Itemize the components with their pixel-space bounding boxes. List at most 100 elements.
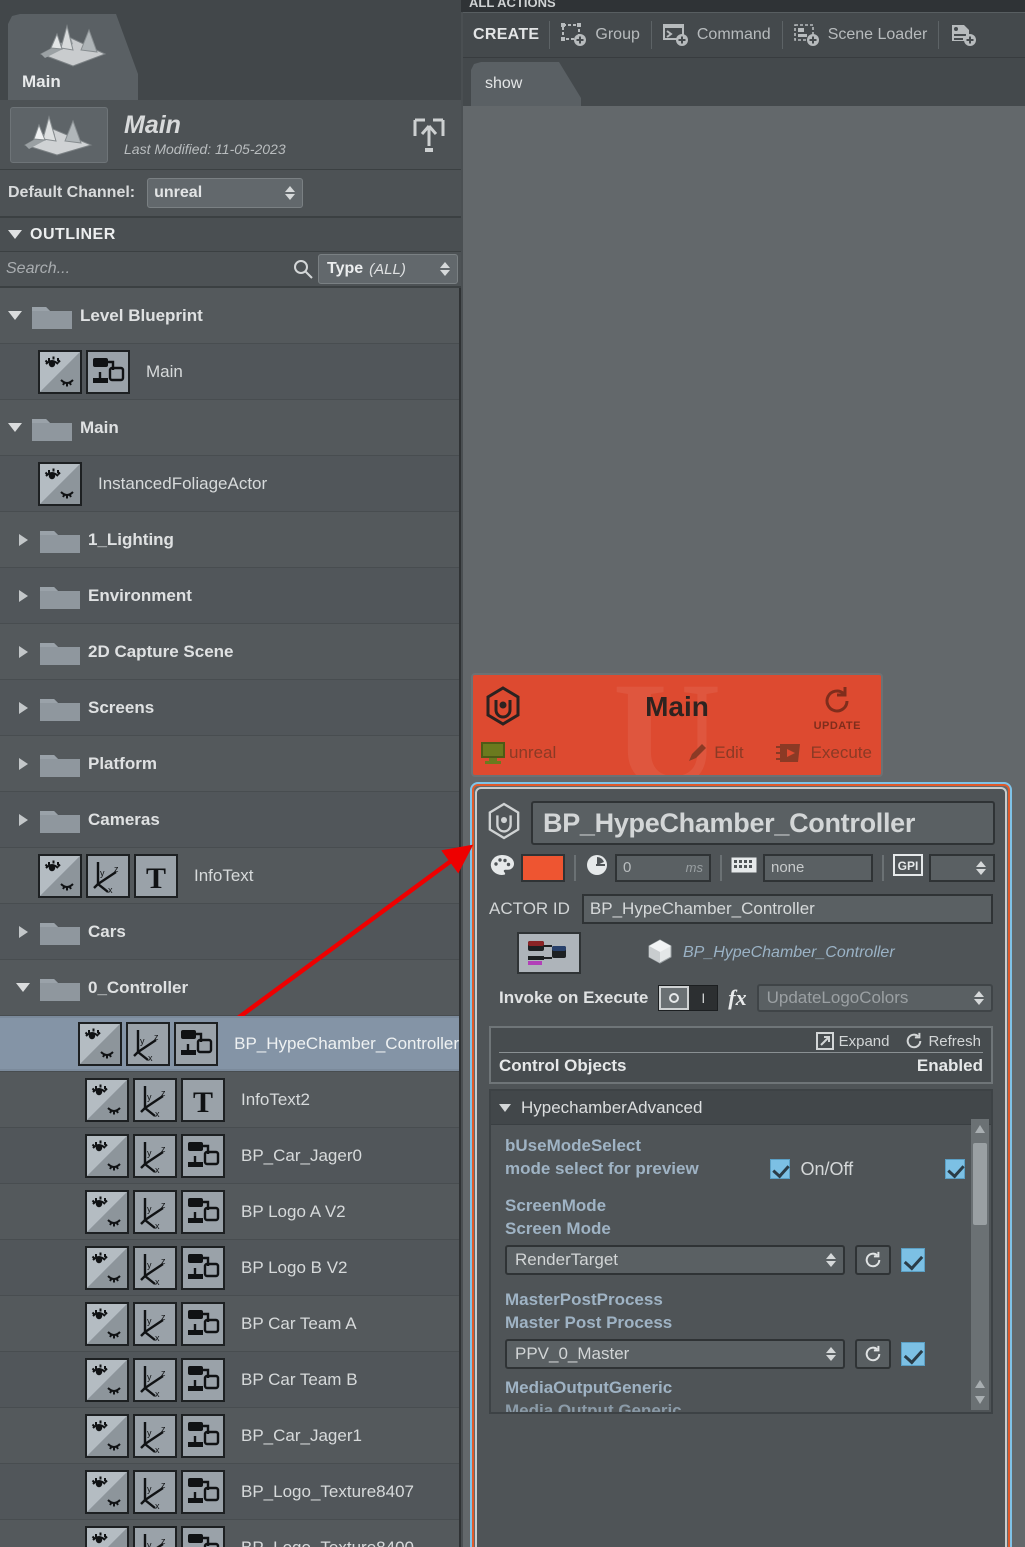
- eye-icon[interactable]: [85, 1077, 129, 1122]
- axis-icon[interactable]: yzx: [133, 1189, 177, 1234]
- outliner-row[interactable]: y z x T InfoText: [0, 848, 459, 904]
- outliner-row[interactable]: Screens: [0, 680, 459, 736]
- outliner-row[interactable]: InstancedFoliageActor: [0, 456, 459, 512]
- chevron-down-icon[interactable]: [0, 311, 30, 320]
- eye-icon[interactable]: [85, 1189, 129, 1234]
- axis-icon[interactable]: yzx: [133, 1301, 177, 1346]
- chevron-right-icon[interactable]: [8, 813, 38, 826]
- axis-icon[interactable]: yzx: [133, 1413, 177, 1458]
- outliner-row[interactable]: y z x BP Car Team B: [0, 1352, 459, 1408]
- axis-icon[interactable]: yzx: [133, 1525, 177, 1547]
- blueprint-icon[interactable]: [181, 1413, 225, 1458]
- outliner-row-selected[interactable]: y z x BP_HypeChamber_Controller: [0, 1016, 459, 1072]
- eye-icon[interactable]: [85, 1357, 129, 1402]
- control-objects-scrollbar[interactable]: [971, 1119, 989, 1410]
- blueprint-icon[interactable]: [174, 1021, 219, 1066]
- text-icon[interactable]: T: [134, 853, 178, 898]
- property-enabled-checkbox[interactable]: [901, 1247, 925, 1272]
- outliner-section-header[interactable]: OUTLINER: [0, 218, 461, 252]
- property-dropdown[interactable]: PPV_0_Master: [505, 1338, 845, 1369]
- blueprint-icon[interactable]: [181, 1133, 225, 1178]
- outliner-row[interactable]: Cameras: [0, 792, 459, 848]
- refresh-button[interactable]: Refresh: [905, 1032, 981, 1050]
- blueprint-color-icon[interactable]: [517, 932, 581, 974]
- scrollbar-thumb[interactable]: [973, 1143, 987, 1225]
- chevron-right-icon[interactable]: [8, 589, 38, 602]
- eye-icon[interactable]: [85, 1301, 129, 1346]
- outliner-row[interactable]: y z x BP_Logo_Texture8407: [0, 1464, 459, 1520]
- axis-icon[interactable]: yzx: [86, 853, 130, 898]
- axis-icon[interactable]: yzx: [133, 1133, 177, 1178]
- tab-show[interactable]: show: [471, 62, 581, 106]
- outliner-row[interactable]: Main: [0, 344, 459, 400]
- chevron-right-icon[interactable]: [8, 533, 38, 546]
- eye-icon[interactable]: [85, 1413, 129, 1458]
- invoke-toggle-off-state[interactable]: [659, 986, 690, 1010]
- eye-icon[interactable]: [85, 1469, 129, 1514]
- outliner-row[interactable]: y z x BP_Car_Jager1: [0, 1408, 459, 1464]
- axis-icon[interactable]: yzx: [133, 1469, 177, 1514]
- invoke-toggle-on-state[interactable]: I: [689, 986, 717, 1010]
- action-card-main[interactable]: U Main UPDATE unreal Edit Execute: [471, 673, 883, 777]
- create-group-button[interactable]: Group: [550, 12, 650, 58]
- blueprint-icon[interactable]: [181, 1357, 225, 1402]
- eye-icon[interactable]: [38, 461, 82, 506]
- chevron-right-icon[interactable]: [8, 925, 38, 938]
- asset-link[interactable]: BP_HypeChamber_Controller: [647, 938, 895, 969]
- property-value-checkbox[interactable]: [770, 1159, 791, 1180]
- actor-id-field[interactable]: BP_HypeChamber_Controller: [581, 894, 993, 924]
- outliner-row[interactable]: 2D Capture Scene: [0, 624, 459, 680]
- create-command-button[interactable]: Command: [652, 12, 782, 58]
- eye-icon[interactable]: [38, 349, 82, 394]
- blueprint-icon[interactable]: [181, 1469, 225, 1514]
- chevron-down-icon[interactable]: [0, 423, 30, 432]
- outliner-row[interactable]: 0_Controller: [0, 960, 459, 1016]
- detail-name-field[interactable]: BP_HypeChamber_Controller: [531, 801, 995, 845]
- create-media-button[interactable]: [939, 12, 995, 58]
- edit-button[interactable]: Edit: [686, 742, 744, 764]
- key-binding-field[interactable]: none: [763, 853, 873, 882]
- blueprint-icon[interactable]: [181, 1525, 225, 1547]
- search-input[interactable]: [0, 251, 288, 287]
- outliner-row[interactable]: yzxBP_Logo_Texture8400: [0, 1520, 459, 1547]
- outliner-row[interactable]: Platform: [0, 736, 459, 792]
- property-refresh-button[interactable]: [855, 1338, 891, 1369]
- document-thumbnail[interactable]: [10, 106, 108, 163]
- search-icon[interactable]: [288, 259, 318, 279]
- color-swatch[interactable]: [521, 853, 565, 882]
- eye-icon[interactable]: [78, 1021, 123, 1066]
- axis-icon[interactable]: yzx: [126, 1021, 171, 1066]
- chevron-right-icon[interactable]: [8, 645, 38, 658]
- tab-main[interactable]: Main: [8, 14, 138, 100]
- axis-icon[interactable]: yzx: [133, 1245, 177, 1290]
- chevron-down-icon[interactable]: [8, 983, 38, 992]
- create-scene-loader-button[interactable]: Scene Loader: [783, 12, 939, 58]
- scroll-up-icon-bottom[interactable]: [975, 1380, 985, 1388]
- outliner-row[interactable]: y z x BP Logo A V2: [0, 1184, 459, 1240]
- palette-icon[interactable]: [489, 854, 515, 881]
- scroll-up-icon[interactable]: [975, 1125, 985, 1133]
- chevron-right-icon[interactable]: [8, 701, 38, 714]
- control-group-header[interactable]: HypechamberAdvanced: [491, 1091, 991, 1125]
- axis-icon[interactable]: yzx: [133, 1077, 177, 1122]
- outliner-row[interactable]: Environment: [0, 568, 459, 624]
- invoke-toggle[interactable]: I: [658, 985, 719, 1011]
- scroll-down-icon[interactable]: [975, 1396, 985, 1404]
- outliner-row[interactable]: y z x BP Car Team A: [0, 1296, 459, 1352]
- type-filter-select[interactable]: Type (ALL): [318, 254, 458, 284]
- blueprint-icon[interactable]: [181, 1189, 225, 1234]
- outliner-row[interactable]: y z x BP_Car_Jager0: [0, 1128, 459, 1184]
- update-button[interactable]: UPDATE: [814, 685, 861, 732]
- fx-function-select[interactable]: UpdateLogoColors: [756, 984, 993, 1012]
- eye-icon[interactable]: [85, 1525, 129, 1547]
- blueprint-icon[interactable]: [181, 1245, 225, 1290]
- delay-field[interactable]: 0 ms: [615, 853, 711, 882]
- property-refresh-button[interactable]: [855, 1244, 891, 1275]
- gpi-select[interactable]: [929, 853, 995, 882]
- blueprint-icon[interactable]: [181, 1301, 225, 1346]
- blueprint-icon[interactable]: [86, 349, 130, 394]
- outliner-row[interactable]: Main: [0, 400, 459, 456]
- property-dropdown[interactable]: RenderTarget: [505, 1244, 845, 1275]
- property-enabled-checkbox[interactable]: [944, 1159, 965, 1180]
- execute-button[interactable]: Execute: [775, 741, 872, 765]
